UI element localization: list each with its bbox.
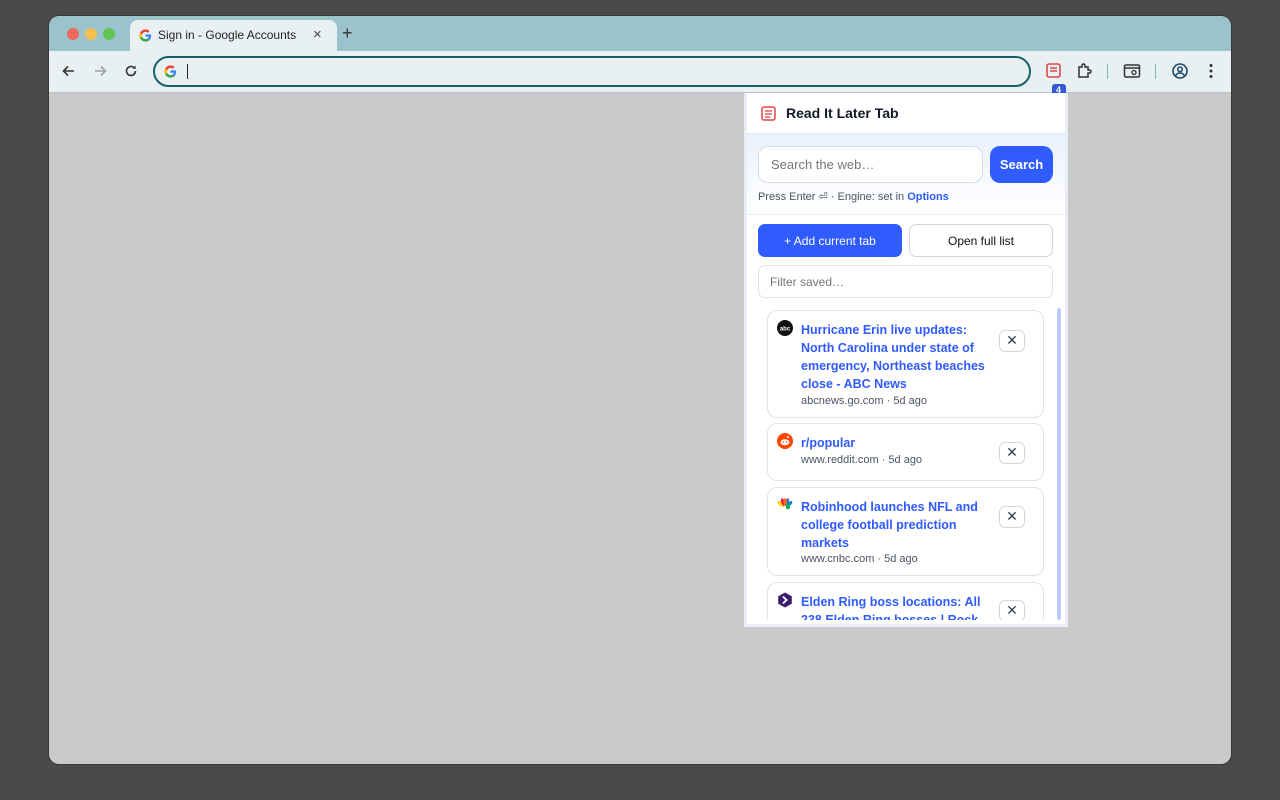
options-link[interactable]: Options — [907, 191, 949, 203]
close-window-button[interactable] — [67, 28, 79, 40]
toolbar-separator — [1107, 64, 1108, 79]
search-button[interactable]: Search — [990, 146, 1053, 183]
web-search-section: Search Press Enter ⏎ · Engine: set in Op… — [747, 134, 1065, 215]
add-current-tab-button[interactable]: + Add current tab — [758, 224, 902, 257]
forward-arrow-icon[interactable] — [91, 62, 109, 80]
list-item[interactable]: r/popular www.reddit.com · 5d ago ✕ — [767, 423, 1044, 481]
item-title-link[interactable]: Robinhood launches NFL and college footb… — [801, 498, 987, 552]
browser-toolbar: 4 — [49, 51, 1231, 96]
read-it-later-extension-icon[interactable] — [1044, 61, 1064, 81]
remove-item-button[interactable]: ✕ — [999, 506, 1025, 528]
list-scrollbar[interactable] — [1057, 308, 1061, 620]
minimize-window-button[interactable] — [85, 28, 97, 40]
list-item[interactable]: Robinhood launches NFL and college footb… — [767, 487, 1044, 576]
saved-items-list: abc Hurricane Erin live updates: North C… — [767, 310, 1045, 620]
list-item[interactable]: Elden Ring boss locations: All 238 Elden… — [767, 582, 1044, 620]
nbc-peacock-icon — [777, 498, 793, 510]
tab-title: Sign in - Google Accounts — [158, 28, 297, 42]
maximize-window-button[interactable] — [103, 28, 115, 40]
remove-item-button[interactable]: ✕ — [999, 330, 1025, 352]
popup-header: Read It Later Tab — [747, 93, 1065, 134]
new-tab-button[interactable]: + — [342, 23, 353, 43]
list-item[interactable]: abc Hurricane Erin live updates: North C… — [767, 310, 1044, 418]
item-title-link[interactable]: Hurricane Erin live updates: North Carol… — [801, 321, 987, 393]
read-it-later-logo-icon — [761, 106, 776, 121]
puzzle-piece-icon[interactable] — [1075, 61, 1095, 81]
tab-search-icon[interactable] — [1122, 61, 1142, 81]
profile-icon[interactable] — [1170, 61, 1190, 81]
rock-paper-shotgun-icon — [778, 592, 792, 608]
remove-item-button[interactable]: ✕ — [999, 600, 1025, 620]
popup-title: Read It Later Tab — [786, 105, 899, 121]
text-caret — [187, 64, 188, 79]
remove-item-button[interactable]: ✕ — [999, 442, 1025, 464]
google-g-icon — [164, 65, 177, 78]
search-hint-text: Press Enter ⏎ · Engine: set in — [758, 191, 908, 203]
tab-strip: Sign in - Google Accounts × + — [49, 16, 1231, 51]
web-search-input[interactable] — [758, 146, 983, 183]
item-meta: abcnews.go.com · 5d ago — [801, 395, 927, 407]
read-it-later-popup: Read It Later Tab Search Press Enter ⏎ ·… — [744, 93, 1068, 627]
open-full-list-button[interactable]: Open full list — [909, 224, 1053, 257]
browser-tab-active[interactable]: Sign in - Google Accounts × — [130, 20, 337, 51]
abc-news-icon: abc — [777, 320, 793, 336]
svg-text:abc: abc — [780, 327, 791, 333]
address-bar[interactable] — [153, 56, 1031, 87]
tab-close-icon[interactable]: × — [313, 26, 322, 44]
back-arrow-icon[interactable] — [60, 62, 78, 80]
more-menu-icon[interactable] — [1201, 61, 1221, 81]
item-meta: www.cnbc.com · 5d ago — [801, 553, 918, 565]
item-title-link[interactable]: Elden Ring boss locations: All 238 Elden… — [801, 593, 987, 620]
item-title-link[interactable]: r/popular — [801, 434, 987, 452]
toolbar-separator — [1155, 64, 1156, 79]
google-g-icon — [139, 29, 152, 42]
reload-icon[interactable] — [122, 62, 140, 80]
item-meta: www.reddit.com · 5d ago — [801, 454, 923, 466]
search-hint: Press Enter ⏎ · Engine: set in Options — [758, 190, 949, 203]
reddit-icon — [777, 433, 793, 449]
filter-saved-input[interactable] — [758, 265, 1053, 298]
